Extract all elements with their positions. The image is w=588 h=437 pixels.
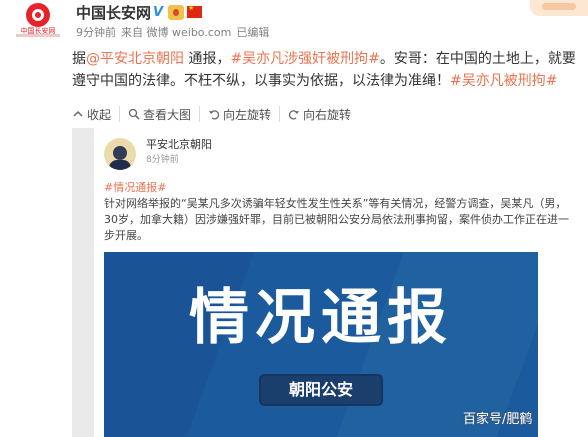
banner-badge-label: 朝阳公安 [288,380,353,399]
hashtag-link-1[interactable]: #吴亦凡涉强奸被刑拘# [230,51,379,67]
banner-title: 情况通报 [189,283,453,353]
rotate-right-icon [288,110,300,120]
collapse-label: 收起 [87,107,112,122]
card-author-name: 平安北京朝阳 [146,138,212,151]
card-post-text: #情况通报# 针对网络举报的“吴某凡多次诱骗年轻女性发生性关系”等有关情况，经警方… [104,180,578,244]
view-large-button[interactable]: 查看大图 [119,106,199,122]
collapse-button[interactable]: 收起 [72,106,119,122]
card-body: 针对网络举报的“吴某凡多次诱骗年轻女性发生性关系”等有关情况，经警方调查，吴某凡… [104,197,569,242]
avatar [104,138,136,170]
post-source[interactable]: 来自 微博 weibo.com [121,26,231,39]
hashtag-link-2[interactable]: #吴亦凡被刑拘# [450,73,557,89]
logo-emblem-icon [26,3,50,27]
account-logo[interactable]: 中国长安网 [16,2,60,40]
post-prefix: 据 [72,51,86,67]
post-edited: 已编辑 [236,26,270,39]
post-time[interactable]: 9分钟前 [76,26,116,39]
post-text-part1: 通报， [184,51,231,67]
rotate-left-label: 向左旋转 [223,107,272,122]
watermark: 百家号/肥鹤 [463,412,533,427]
card-hashtag: #情况通报# [104,181,167,194]
view-large-label: 查看大图 [143,107,192,122]
author-name[interactable]: 中国长安网 [76,3,151,23]
card-post-time: 8分钟前 [146,155,179,165]
rotate-right-button[interactable]: 向右旋转 [279,106,359,122]
image-action-bar: 收起 查看大图 向左旋转 向右旋转 [72,104,359,124]
notice-banner: 情况通报 朝阳公安 [104,252,538,437]
member-badge-icon [168,5,184,20]
embedded-image[interactable]: 平安北京朝阳 8分钟前 #情况通报# 针对网络举报的“吴某凡多次诱骗年轻女性发生性… [72,128,588,437]
china-flag-icon [187,4,202,18]
mention-link[interactable]: @平安北京朝阳 [86,51,184,67]
post-meta: 9分钟前 来自 微博 weibo.com 已编辑 [76,26,274,40]
zoom-icon [128,108,140,120]
post-header: 中国长安网 中国长安网 V 9分钟前来自 微博 weibo.com 已编辑 [0,0,588,40]
collapse-icon [73,110,83,117]
screenshot-post: 平安北京朝阳 8分钟前 #情况通报# 针对网络举报的“吴某凡多次诱骗年轻女性发生性… [94,128,588,437]
rotate-left-icon [209,110,220,120]
rotate-left-button[interactable]: 向左旋转 [199,106,279,122]
rotate-right-label: 向右旋转 [303,107,352,122]
logo-underline [16,34,60,37]
verified-badge-icon: V [153,5,164,20]
post-text: 据@平安北京朝阳 通报，#吴亦凡涉强奸被刑拘#。安哥：在中国的土地上，就要遵守中… [72,48,580,92]
banner-badge: 朝阳公安 [261,376,381,404]
follow-button[interactable] [530,0,588,16]
